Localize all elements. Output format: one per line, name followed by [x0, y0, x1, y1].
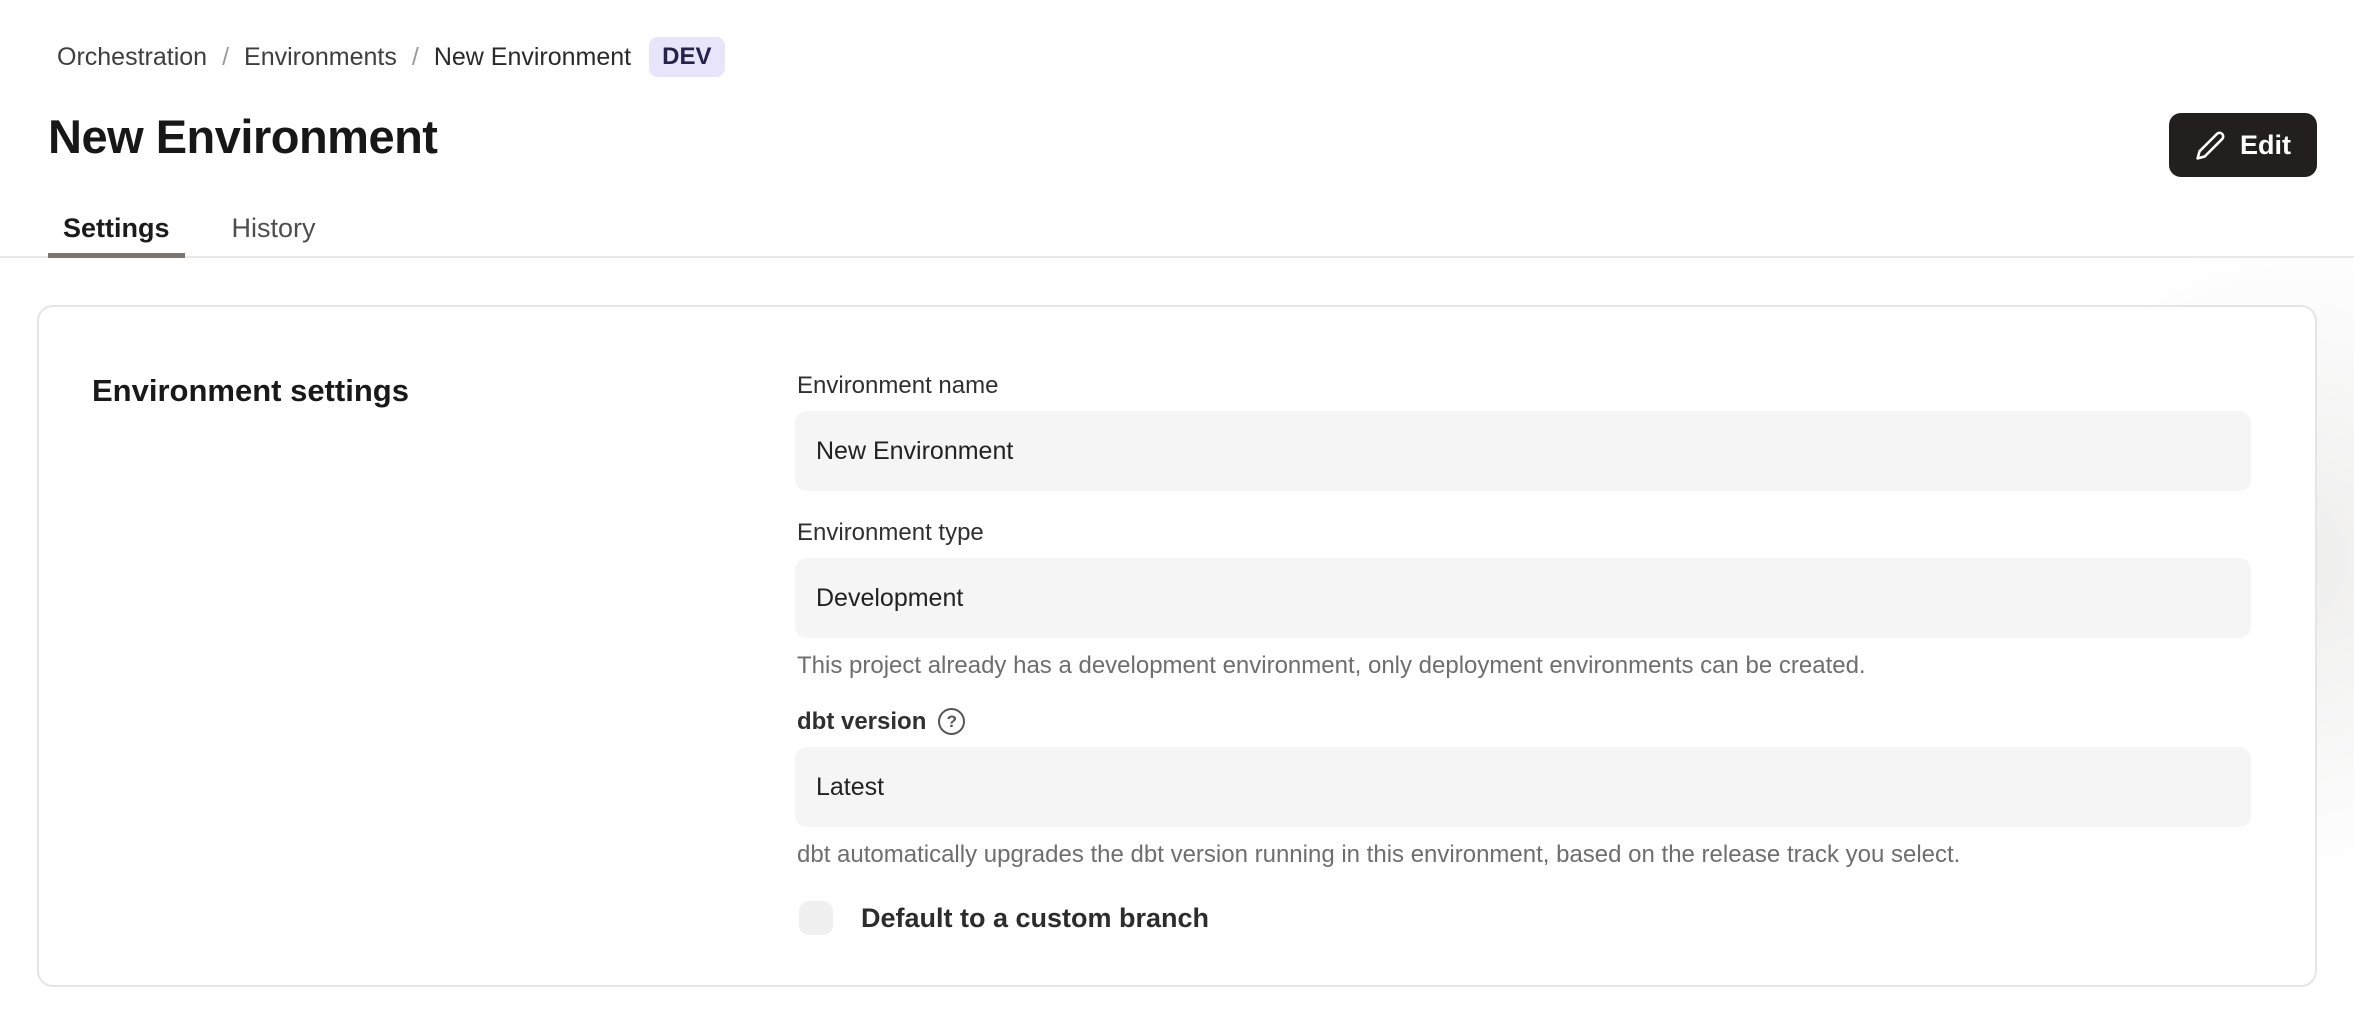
- breadcrumb-separator: /: [412, 43, 419, 72]
- dbt-version-helper-text: dbt automatically upgrades the dbt versi…: [797, 842, 2251, 868]
- environment-name-field: Environment name New Environment: [795, 373, 2251, 491]
- dbt-version-field: dbt version ? Latest dbt automatically u…: [795, 708, 2251, 868]
- tab-bar: Settings History: [0, 206, 2354, 258]
- dbt-version-input[interactable]: Latest: [795, 747, 2251, 827]
- breadcrumb-current-page: New Environment: [434, 43, 631, 72]
- tab-history[interactable]: History: [217, 206, 331, 256]
- environment-name-input[interactable]: New Environment: [795, 411, 2251, 491]
- breadcrumb-environments[interactable]: Environments: [244, 43, 397, 72]
- dbt-version-label: dbt version: [797, 709, 926, 735]
- edit-button-label: Edit: [2240, 130, 2291, 161]
- breadcrumb-orchestration[interactable]: Orchestration: [57, 43, 207, 72]
- breadcrumb: Orchestration / Environments / New Envir…: [57, 37, 725, 77]
- environment-settings-card: Environment settings Environment name Ne…: [37, 305, 2317, 987]
- breadcrumb-separator: /: [222, 43, 229, 72]
- edit-button[interactable]: Edit: [2169, 113, 2317, 177]
- card-heading-column: Environment settings: [39, 307, 795, 985]
- environment-dev-badge: DEV: [649, 37, 724, 77]
- environment-type-field: Environment type Development This projec…: [795, 520, 2251, 679]
- card-form-column: Environment name New Environment Environ…: [795, 307, 2315, 985]
- environment-type-label: Environment type: [797, 520, 2251, 546]
- custom-branch-checkbox[interactable]: [799, 901, 833, 935]
- environment-type-input[interactable]: Development: [795, 558, 2251, 638]
- tab-settings[interactable]: Settings: [48, 206, 185, 256]
- card-heading: Environment settings: [92, 373, 795, 409]
- page-title: New Environment: [48, 110, 437, 164]
- custom-branch-row[interactable]: Default to a custom branch: [799, 901, 2251, 935]
- environment-name-label: Environment name: [797, 373, 2251, 399]
- help-icon[interactable]: ?: [938, 708, 965, 735]
- environment-type-helper-text: This project already has a development e…: [797, 653, 2251, 679]
- pencil-icon: [2195, 130, 2226, 161]
- custom-branch-label: Default to a custom branch: [861, 903, 1209, 934]
